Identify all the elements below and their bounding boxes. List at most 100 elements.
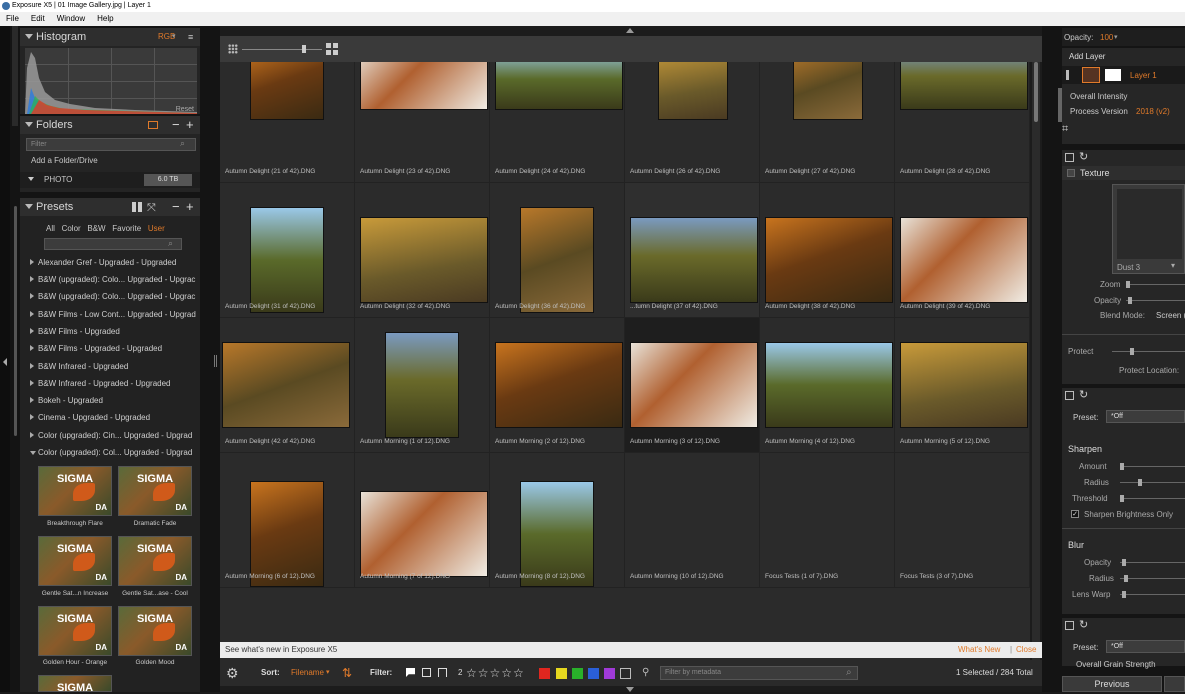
- image-cell[interactable]: Autumn Delight (24 of 42).DNG: [490, 62, 625, 183]
- image-cell[interactable]: Autumn Delight (31 of 42).DNG: [220, 183, 355, 318]
- thumbnail-size-slider[interactable]: [242, 45, 322, 53]
- sharpen-amount-slider[interactable]: [1120, 463, 1185, 470]
- grid-view-icon[interactable]: [132, 202, 142, 212]
- collapse-top-icon[interactable]: [626, 28, 634, 33]
- preset-group[interactable]: B&W (upgraded): Colo... Upgraded - Upgra…: [30, 288, 198, 305]
- add-folder-link[interactable]: Add a Folder/Drive: [31, 156, 98, 165]
- folder-filter-input[interactable]: Filter: [26, 138, 196, 151]
- add-preset-icon[interactable]: +: [186, 200, 194, 213]
- layer-visibility-icon[interactable]: [1066, 70, 1074, 80]
- sharpen-preset-select[interactable]: *Off: [1106, 410, 1185, 423]
- image-thumbnail[interactable]: [360, 62, 488, 110]
- folder-view-icon[interactable]: [148, 121, 158, 129]
- preset-thumbnail[interactable]: SIGMA DA: [38, 606, 112, 656]
- preset-group[interactable]: B&W Films - Upgraded - Upgraded: [30, 340, 198, 357]
- preset-group[interactable]: Bokeh - Upgraded: [30, 392, 198, 409]
- image-thumbnail[interactable]: [765, 342, 893, 428]
- large-grid-icon[interactable]: [326, 43, 338, 55]
- collapse-left-icon[interactable]: [3, 358, 7, 366]
- tab-all[interactable]: All: [46, 224, 55, 233]
- preset-thumbnail[interactable]: SIGMA DA: [118, 536, 192, 586]
- drive-row[interactable]: PHOTO 6.0 TB: [20, 172, 200, 188]
- color-label-red[interactable]: [539, 668, 550, 679]
- lens-warp-slider[interactable]: [1120, 591, 1185, 598]
- color-label-blue[interactable]: [588, 668, 599, 679]
- preset-group[interactable]: B&W (upgraded): Colo... Upgraded - Upgra…: [30, 271, 198, 288]
- image-cell[interactable]: Autumn Morning (6 of 12).DNG: [220, 453, 355, 588]
- image-thumbnail[interactable]: [222, 342, 350, 428]
- reject-flag-icon[interactable]: [422, 668, 431, 677]
- image-cell[interactable]: Autumn Delight (38 of 42).DNG: [760, 183, 895, 318]
- image-cell[interactable]: Autumn Morning (3 of 12).DNG: [625, 318, 760, 453]
- menu-icon[interactable]: ≡: [188, 28, 193, 46]
- expand-triangle-icon[interactable]: [30, 276, 34, 282]
- menu-file[interactable]: File: [0, 12, 25, 26]
- presets-header[interactable]: Presets ⤧ − +: [20, 198, 200, 216]
- preset-group[interactable]: Alexander Gref - Upgraded - Upgraded: [30, 254, 198, 271]
- image-cell[interactable]: Autumn Delight (42 of 42).DNG: [220, 318, 355, 453]
- image-thumbnail[interactable]: [630, 342, 758, 428]
- collapse-triangle-icon[interactable]: [25, 122, 33, 127]
- grain-preset-select[interactable]: *Off: [1106, 640, 1185, 653]
- menu-edit[interactable]: Edit: [25, 12, 51, 26]
- reset-icon[interactable]: ↻: [1079, 618, 1088, 631]
- preset-group[interactable]: Cinema - Upgraded - Upgraded: [30, 409, 198, 426]
- image-cell[interactable]: Autumn Delight (23 of 42).DNG: [355, 62, 490, 183]
- collapse-triangle-icon[interactable]: [25, 34, 33, 39]
- texture-preview[interactable]: Dust 3 ▾: [1112, 184, 1185, 274]
- presets-scrollbar[interactable]: [14, 206, 17, 436]
- layer-mask-thumbnail[interactable]: [1105, 69, 1121, 81]
- image-cell[interactable]: Focus Tests (1 of 7).DNG: [760, 453, 895, 588]
- left-splitter-handle[interactable]: [214, 355, 217, 367]
- image-thumbnail[interactable]: [658, 62, 728, 120]
- gear-icon[interactable]: ⚙: [226, 660, 239, 686]
- grid-scrollbar[interactable]: [1032, 62, 1040, 667]
- chevron-down-icon[interactable]: ▾: [1114, 33, 1118, 41]
- close-news-link[interactable]: Close: [1016, 642, 1036, 658]
- tab-favorite[interactable]: Favorite: [112, 224, 141, 233]
- image-cell[interactable]: Autumn Morning (8 of 12).DNG: [490, 453, 625, 588]
- histogram-reset[interactable]: Reset: [176, 106, 194, 113]
- flag-icon[interactable]: [406, 668, 415, 677]
- brightness-only-checkbox[interactable]: ✓: [1071, 510, 1079, 518]
- zoom-slider[interactable]: [1126, 281, 1185, 288]
- image-cell[interactable]: Autumn Morning (7 of 12).DNG: [355, 453, 490, 588]
- preset-thumbnail[interactable]: SIGMA DA: [118, 606, 192, 656]
- expand-triangle-icon[interactable]: [30, 345, 34, 351]
- layer-thumbnail[interactable]: [1082, 67, 1100, 83]
- image-thumbnail[interactable]: [630, 217, 758, 303]
- blend-mode-select[interactable]: Screen (I: [1156, 311, 1185, 320]
- panel-toggle-icon[interactable]: [1065, 153, 1074, 162]
- image-cell[interactable]: Autumn Delight (36 of 42).DNG: [490, 183, 625, 318]
- blur-radius-slider[interactable]: [1120, 575, 1185, 582]
- image-cell[interactable]: Autumn Delight (39 of 42).DNG: [895, 183, 1030, 318]
- expand-triangle-icon[interactable]: [30, 311, 34, 317]
- image-thumbnail[interactable]: [360, 491, 488, 577]
- sort-direction-icon[interactable]: ⇅: [342, 660, 352, 686]
- image-cell[interactable]: Autumn Delight (28 of 42).DNG: [895, 62, 1030, 183]
- color-label-green[interactable]: [572, 668, 583, 679]
- preset-group[interactable]: B&W Infrared - Upgraded: [30, 358, 198, 375]
- image-cell[interactable]: Autumn Morning (4 of 12).DNG: [760, 318, 895, 453]
- chevron-down-icon[interactable]: ▾: [326, 660, 330, 686]
- expand-triangle-icon[interactable]: [30, 397, 34, 403]
- image-thumbnail[interactable]: [495, 62, 623, 110]
- image-thumbnail[interactable]: [360, 217, 488, 303]
- preset-group[interactable]: Color (upgraded): Cin... Upgraded - Upgr…: [30, 427, 198, 444]
- preset-search-input[interactable]: [44, 238, 182, 250]
- image-cell[interactable]: Autumn Morning (2 of 12).DNG: [490, 318, 625, 453]
- image-cell[interactable]: Autumn Morning (1 of 12).DNG: [355, 318, 490, 453]
- preset-thumbnail[interactable]: SIGMA: [38, 675, 112, 694]
- image-thumbnail[interactable]: [250, 62, 324, 120]
- preset-thumbnail[interactable]: SIGMA DA: [118, 466, 192, 516]
- protect-slider[interactable]: [1112, 348, 1185, 355]
- expand-triangle-icon[interactable]: [30, 414, 34, 420]
- layer-opacity-select[interactable]: 100: [1100, 33, 1113, 42]
- sharpen-threshold-slider[interactable]: [1120, 495, 1185, 502]
- preset-group[interactable]: B&W Films - Upgraded: [30, 323, 198, 340]
- image-thumbnail[interactable]: [900, 217, 1028, 303]
- expand-triangle-icon[interactable]: [30, 328, 34, 334]
- image-thumbnail[interactable]: [765, 217, 893, 303]
- layer-row[interactable]: Layer 1: [1062, 66, 1185, 84]
- image-cell[interactable]: Autumn Delight (21 of 42).DNG: [220, 62, 355, 183]
